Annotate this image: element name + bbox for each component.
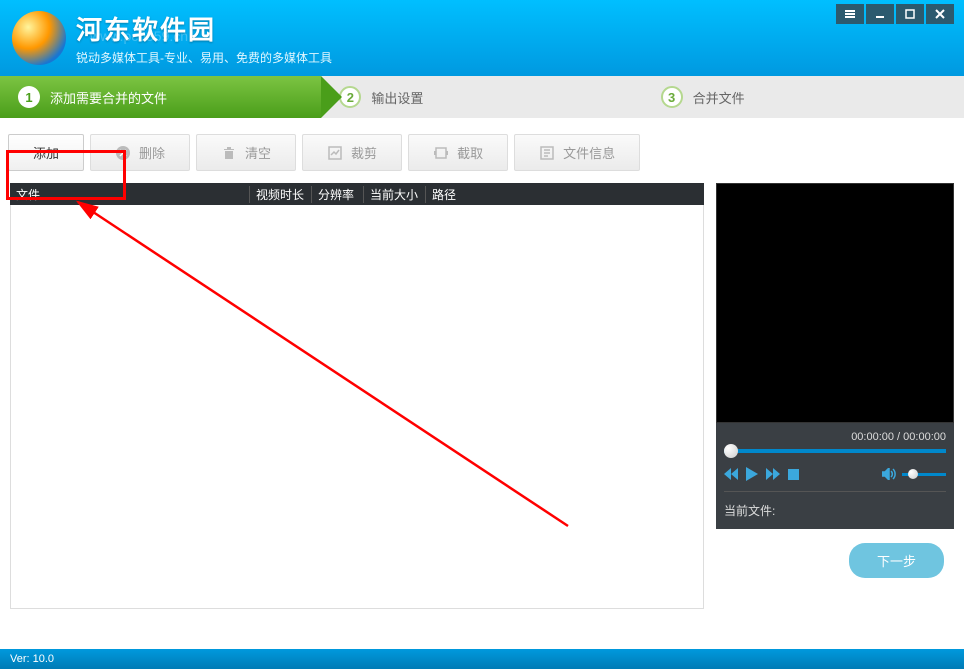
prev-button[interactable] bbox=[724, 468, 738, 480]
time-display: 00:00:00 / 00:00:00 bbox=[724, 429, 946, 449]
app-subtitle: 锐动多媒体工具-专业、易用、免费的多媒体工具 bbox=[76, 49, 332, 66]
maximize-button[interactable] bbox=[896, 4, 924, 24]
capture-button[interactable]: 截取 bbox=[408, 134, 508, 171]
capture-label: 截取 bbox=[457, 143, 483, 162]
step-1-label: 添加需要合并的文件 bbox=[50, 88, 167, 107]
watermark-text: www.pc0359.cn bbox=[90, 28, 188, 44]
step-1-add-files[interactable]: 1 添加需要合并的文件 bbox=[0, 76, 321, 118]
settings-button[interactable] bbox=[836, 4, 864, 24]
step-3-number: 3 bbox=[661, 86, 683, 108]
main-content: 文件 视频时长 分辨率 当前大小 路径 00:00:00 / 00:00:00 bbox=[0, 183, 964, 609]
volume-knob[interactable] bbox=[908, 469, 918, 479]
next-button[interactable] bbox=[766, 468, 780, 480]
table-header: 文件 视频时长 分辨率 当前大小 路径 bbox=[10, 183, 704, 205]
col-duration: 视频时长 bbox=[250, 186, 312, 203]
next-step-button[interactable]: 下一步 bbox=[849, 543, 944, 578]
table-body[interactable] bbox=[10, 205, 704, 609]
add-label: 添加 bbox=[33, 143, 59, 162]
file-info-button[interactable]: 文件信息 bbox=[514, 134, 640, 171]
capture-icon bbox=[433, 145, 449, 161]
step-1-number: 1 bbox=[18, 86, 40, 108]
clear-button[interactable]: 清空 bbox=[196, 134, 296, 171]
crop-label: 裁剪 bbox=[351, 143, 377, 162]
delete-button[interactable]: 删除 bbox=[90, 134, 190, 171]
file-info-label: 文件信息 bbox=[563, 143, 615, 162]
step-3-merge[interactable]: 3 合并文件 bbox=[643, 76, 964, 118]
seek-slider[interactable] bbox=[724, 449, 946, 453]
toolbar: 添加 删除 清空 裁剪 截取 文件信息 bbox=[0, 118, 964, 183]
step-3-label: 合并文件 bbox=[693, 88, 745, 107]
video-preview[interactable] bbox=[716, 183, 954, 423]
play-button[interactable] bbox=[746, 467, 758, 481]
step-2-output-settings[interactable]: 2 输出设置 bbox=[321, 76, 642, 118]
window-controls bbox=[836, 4, 954, 24]
step-2-label: 输出设置 bbox=[371, 88, 423, 107]
trash-icon bbox=[221, 145, 237, 161]
clear-label: 清空 bbox=[245, 143, 271, 162]
app-header: 河东软件园 锐动多媒体工具-专业、易用、免费的多媒体工具 www.pc0359.… bbox=[0, 0, 964, 76]
delete-label: 删除 bbox=[139, 143, 165, 162]
stop-button[interactable] bbox=[788, 469, 799, 480]
col-file: 文件 bbox=[10, 186, 250, 203]
step-bar: 1 添加需要合并的文件 2 输出设置 3 合并文件 bbox=[0, 76, 964, 118]
volume-icon[interactable] bbox=[882, 468, 896, 480]
file-table: 文件 视频时长 分辨率 当前大小 路径 bbox=[10, 183, 704, 609]
delete-icon bbox=[115, 145, 131, 161]
close-button[interactable] bbox=[926, 4, 954, 24]
app-logo-icon bbox=[12, 11, 66, 65]
crop-icon bbox=[327, 145, 343, 161]
col-path: 路径 bbox=[426, 186, 704, 203]
crop-button[interactable]: 裁剪 bbox=[302, 134, 402, 171]
add-button[interactable]: 添加 bbox=[8, 134, 84, 171]
info-icon bbox=[539, 145, 555, 161]
col-resolution: 分辨率 bbox=[312, 186, 364, 203]
footer-bar: Ver: 10.0 bbox=[0, 649, 964, 669]
seek-knob[interactable] bbox=[724, 444, 738, 458]
player-controls: 00:00:00 / 00:00:00 当前文件: bbox=[716, 423, 954, 529]
version-label: Ver: 10.0 bbox=[10, 653, 54, 665]
volume-slider[interactable] bbox=[902, 473, 946, 476]
current-file-label: 当前文件: bbox=[724, 491, 946, 519]
preview-panel: 00:00:00 / 00:00:00 当前文件: 下一步 bbox=[716, 183, 954, 609]
minimize-button[interactable] bbox=[866, 4, 894, 24]
step-2-number: 2 bbox=[339, 86, 361, 108]
col-size: 当前大小 bbox=[364, 186, 426, 203]
